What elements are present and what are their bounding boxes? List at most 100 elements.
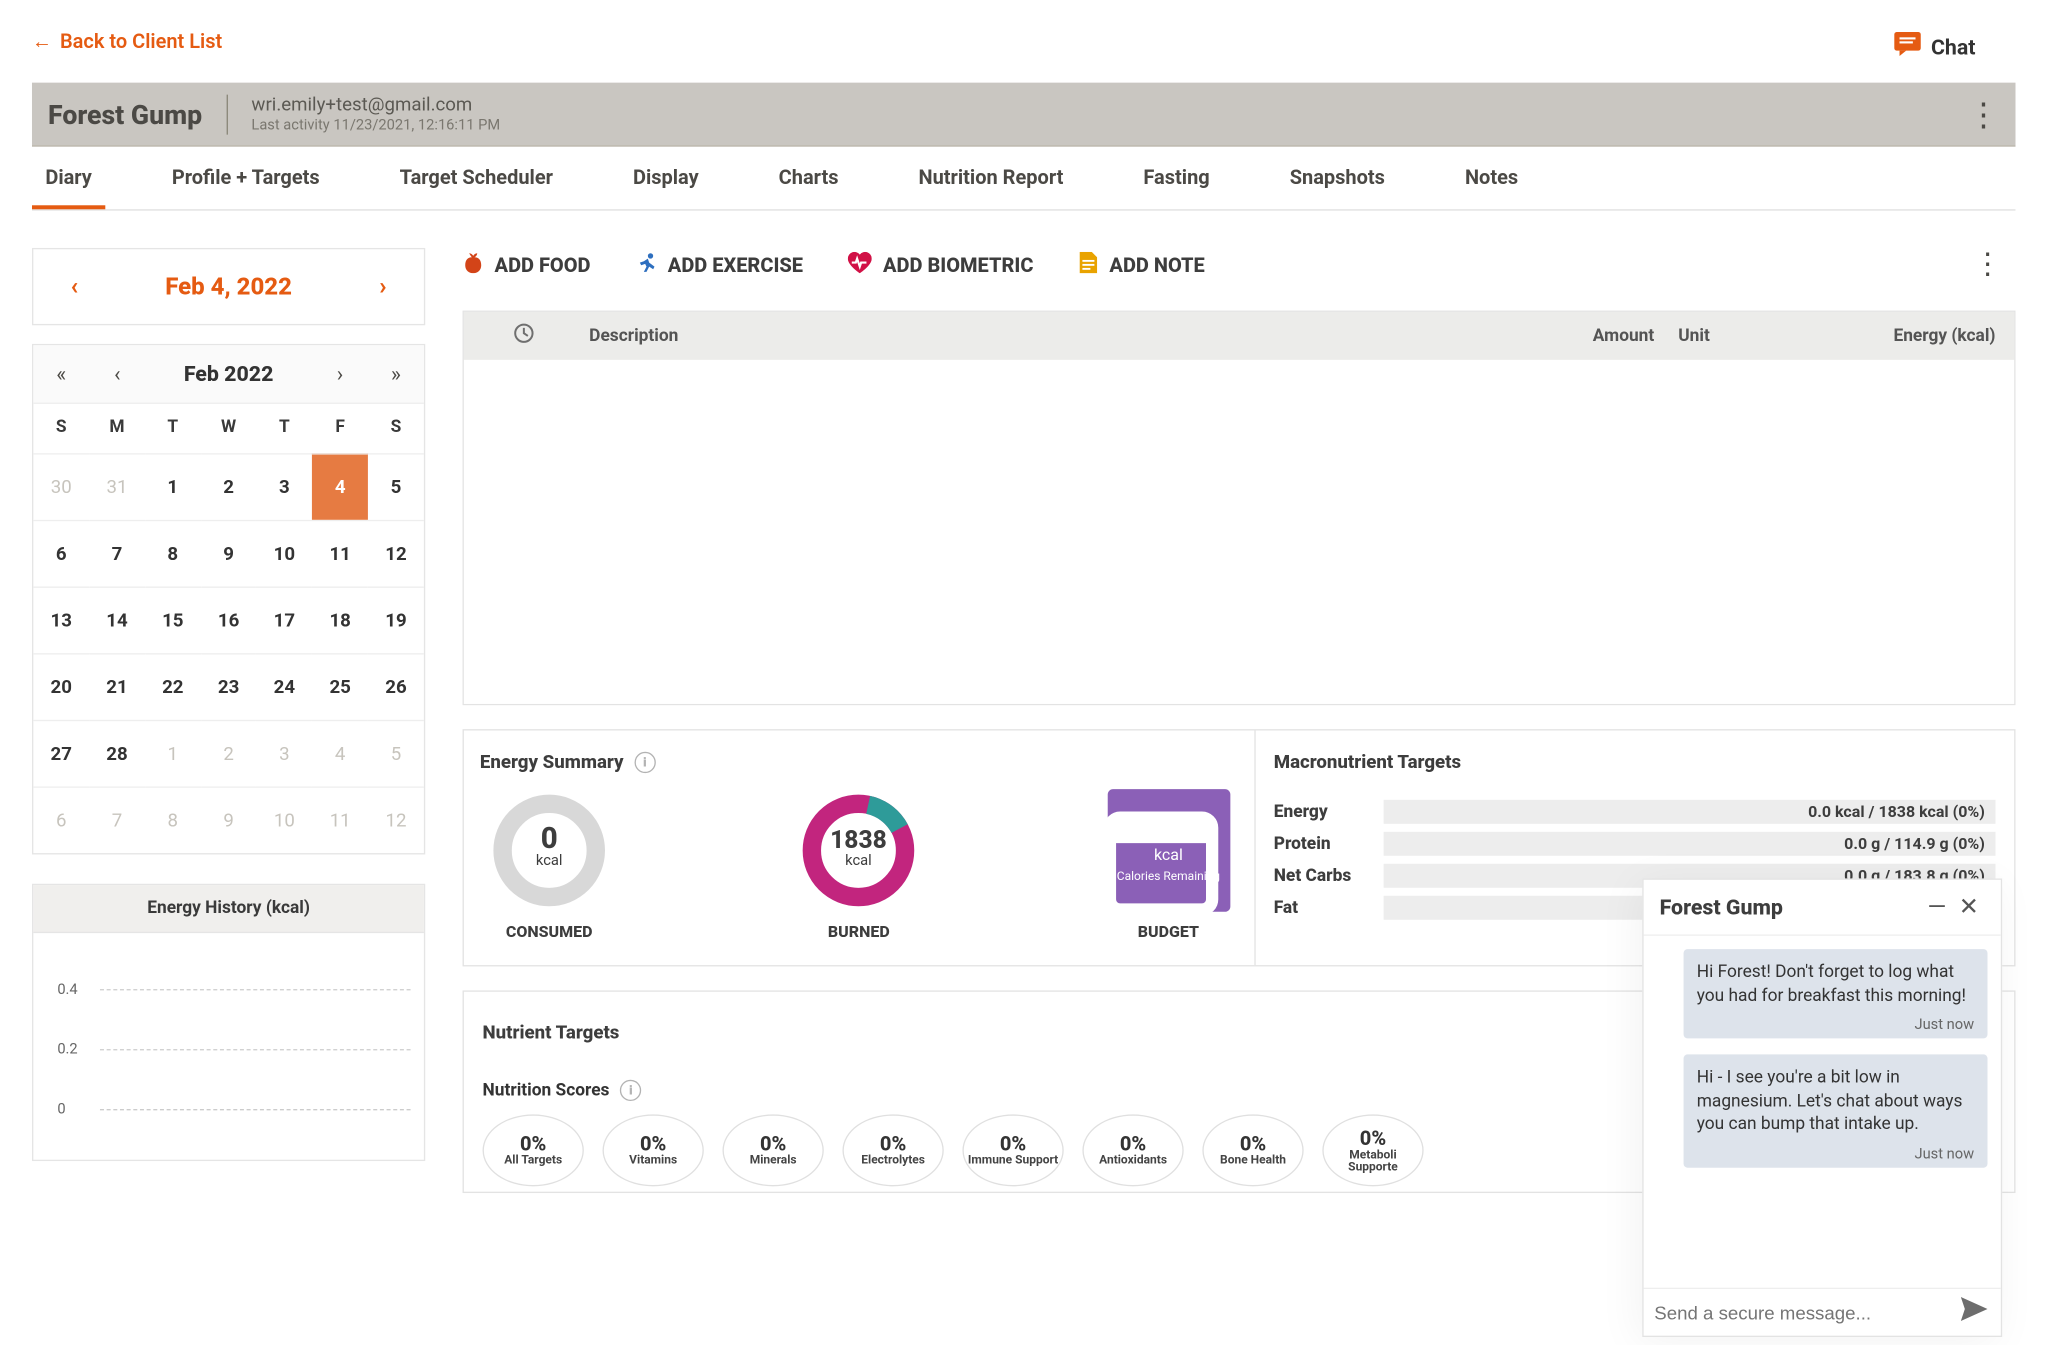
- calendar-day-header: S: [368, 404, 424, 453]
- tab-target-scheduler[interactable]: Target Scheduler: [386, 147, 566, 210]
- nutrition-score-item[interactable]: 0%All Targets: [483, 1114, 584, 1186]
- calendar-day-cell[interactable]: 23: [201, 653, 257, 720]
- calendar-day-cell[interactable]: 21: [89, 653, 145, 720]
- chat-message-input[interactable]: [1654, 1302, 1958, 1323]
- calendar-day-cell[interactable]: 2: [201, 453, 257, 520]
- calendar-day-cell[interactable]: 5: [368, 720, 424, 787]
- back-to-client-list-link[interactable]: ← Back to Client List: [0, 0, 222, 83]
- calendar-day-cell[interactable]: 18: [312, 587, 368, 654]
- calendar-day-cell[interactable]: 9: [201, 520, 257, 587]
- nutrition-score-item[interactable]: 0%Vitamins: [603, 1114, 704, 1186]
- add-exercise-button[interactable]: ADD EXERCISE: [636, 251, 803, 278]
- nutrition-score-item[interactable]: 0%Electrolytes: [842, 1114, 943, 1186]
- calendar-day-cell[interactable]: 6: [33, 520, 89, 587]
- calendar: « ‹ Feb 2022 › » SMTWTFS 303112345678910…: [32, 344, 425, 855]
- next-month-button[interactable]: ›: [312, 345, 368, 402]
- tab-charts[interactable]: Charts: [765, 147, 851, 210]
- score-value: 0%: [1120, 1132, 1146, 1156]
- tab-fasting[interactable]: Fasting: [1130, 147, 1223, 210]
- prev-day-button[interactable]: ‹: [71, 273, 79, 301]
- calendar-day-cell[interactable]: 8: [145, 520, 201, 587]
- calendar-day-cell[interactable]: 30: [33, 453, 89, 520]
- client-menu-button[interactable]: ⋮: [1968, 95, 2000, 132]
- calendar-day-cell[interactable]: 4: [312, 720, 368, 787]
- calendar-day-cell[interactable]: 13: [33, 587, 89, 654]
- consumed-donut-chart: 0 kcal: [488, 789, 611, 912]
- calendar-icon: [1099, 797, 1222, 925]
- nutrition-score-item[interactable]: 0%Metaboli Supporte: [1322, 1114, 1423, 1186]
- calendar-day-cell[interactable]: 17: [256, 587, 312, 654]
- budget-card: 1838 kcal Calories Remaining: [1107, 789, 1230, 912]
- calendar-day-cell[interactable]: 10: [256, 786, 312, 853]
- calendar-day-cell[interactable]: 1: [145, 453, 201, 520]
- tab-notes[interactable]: Notes: [1452, 147, 1532, 210]
- info-icon[interactable]: i: [620, 1080, 641, 1101]
- calendar-day-header: T: [256, 404, 312, 453]
- calendar-day-cell[interactable]: 16: [201, 587, 257, 654]
- calendar-day-cell[interactable]: 20: [33, 653, 89, 720]
- calendar-day-cell[interactable]: 24: [256, 653, 312, 720]
- nutrition-score-item[interactable]: 0%Minerals: [722, 1114, 823, 1186]
- calendar-day-cell[interactable]: 6: [33, 786, 89, 853]
- send-message-button[interactable]: [1958, 1297, 1990, 1328]
- calendar-day-cell[interactable]: 10: [256, 520, 312, 587]
- close-chat-button[interactable]: ✕: [1953, 893, 1985, 921]
- nutrition-score-item[interactable]: 0%Bone Health: [1202, 1114, 1303, 1186]
- macro-value: 0.0 kcal / 1838 kcal (0%): [1808, 802, 1985, 821]
- nutrition-score-item[interactable]: 0%Immune Support: [962, 1114, 1063, 1186]
- calendar-day-cell[interactable]: 27: [33, 720, 89, 787]
- chat-toggle-button[interactable]: Chat: [1894, 32, 1976, 61]
- prev-year-button[interactable]: «: [33, 345, 89, 402]
- calendar-day-cell[interactable]: 5: [368, 453, 424, 520]
- tab-display[interactable]: Display: [620, 147, 712, 210]
- heart-pulse-icon: [848, 251, 872, 278]
- calendar-day-cell[interactable]: 28: [89, 720, 145, 787]
- tab-snapshots[interactable]: Snapshots: [1276, 147, 1398, 210]
- calendar-day-cell[interactable]: 31: [89, 453, 145, 520]
- score-value: 0%: [520, 1132, 546, 1156]
- calendar-day-cell[interactable]: 12: [368, 786, 424, 853]
- calendar-day-cell[interactable]: 7: [89, 520, 145, 587]
- score-value: 0%: [880, 1132, 906, 1156]
- calendar-day-cell[interactable]: 11: [312, 520, 368, 587]
- calendar-day-cell[interactable]: 7: [89, 786, 145, 853]
- info-icon[interactable]: i: [634, 752, 655, 773]
- calendar-day-cell[interactable]: 15: [145, 587, 201, 654]
- tab-diary[interactable]: Diary: [32, 147, 105, 210]
- nutrition-score-item[interactable]: 0%Antioxidants: [1082, 1114, 1183, 1186]
- calendar-day-cell[interactable]: 4: [312, 453, 368, 520]
- add-biometric-button[interactable]: ADD BIOMETRIC: [848, 251, 1033, 278]
- food-log-empty-body[interactable]: [464, 360, 2014, 704]
- tab-nutrition-report[interactable]: Nutrition Report: [905, 147, 1077, 210]
- next-year-button[interactable]: »: [368, 345, 424, 402]
- calendar-day-cell[interactable]: 25: [312, 653, 368, 720]
- score-label: Minerals: [750, 1156, 797, 1169]
- prev-month-button[interactable]: ‹: [89, 345, 145, 402]
- calendar-day-cell[interactable]: 3: [256, 720, 312, 787]
- selected-date-label: Feb 4, 2022: [165, 273, 292, 301]
- calendar-day-cell[interactable]: 2: [201, 720, 257, 787]
- message-time: Just now: [1697, 1016, 1974, 1033]
- client-name: Forest Gump: [48, 98, 202, 130]
- calendar-day-cell[interactable]: 26: [368, 653, 424, 720]
- calendar-day-cell[interactable]: 3: [256, 453, 312, 520]
- calendar-day-cell[interactable]: 1: [145, 720, 201, 787]
- tab-profile-targets[interactable]: Profile + Targets: [159, 147, 333, 210]
- calendar-day-cell[interactable]: 12: [368, 520, 424, 587]
- calendar-day-cell[interactable]: 19: [368, 587, 424, 654]
- diary-menu-button[interactable]: ⋮: [1973, 248, 2016, 281]
- calendar-day-cell[interactable]: 8: [145, 786, 201, 853]
- macro-label: Net Carbs: [1274, 866, 1383, 886]
- calendar-day-cell[interactable]: 9: [201, 786, 257, 853]
- calendar-day-cell[interactable]: 14: [89, 587, 145, 654]
- score-label: Immune Support: [968, 1156, 1058, 1169]
- add-note-label: ADD NOTE: [1109, 253, 1204, 277]
- calendar-day-cell[interactable]: 11: [312, 786, 368, 853]
- score-value: 0%: [1360, 1126, 1386, 1150]
- add-note-button[interactable]: ADD NOTE: [1079, 251, 1205, 278]
- next-day-button[interactable]: ›: [379, 273, 386, 301]
- add-food-button[interactable]: ADD FOOD: [463, 251, 591, 278]
- note-icon: [1079, 251, 1099, 278]
- minimize-chat-button[interactable]: —: [1921, 893, 1953, 921]
- calendar-day-cell[interactable]: 22: [145, 653, 201, 720]
